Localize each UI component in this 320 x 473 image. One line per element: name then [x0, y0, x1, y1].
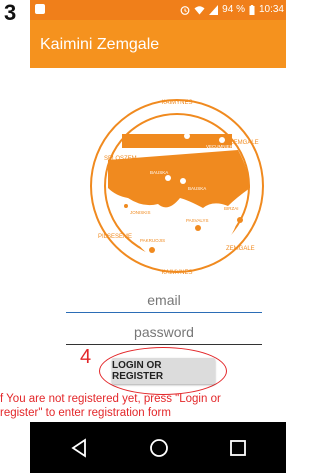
- email-placeholder: email: [147, 292, 181, 308]
- city-label: JONISKIS: [130, 210, 151, 215]
- notification-icon: [35, 4, 45, 14]
- city-label: JELAVA: [164, 130, 180, 135]
- city-dot: [195, 225, 201, 231]
- city-dot: [165, 175, 171, 181]
- city-dot: [149, 247, 155, 253]
- logo-bottom-right-label: ZEMGALE: [226, 246, 255, 252]
- city-label: PASVALYS: [186, 218, 209, 223]
- logo-bottom-left-label: PILSESEME: [98, 234, 132, 240]
- battery-percent: 94 %: [222, 4, 245, 15]
- clock-time: 10:34: [258, 4, 284, 15]
- city-label: VECUMNIEKI: [206, 144, 234, 149]
- help-annotation: f You are not registered yet, press "Log…: [0, 392, 280, 420]
- city-label: BIRZAI: [224, 206, 239, 211]
- step-number-label: 3: [4, 0, 17, 25]
- city-label: BAUSKA: [150, 170, 168, 175]
- city-dot: [124, 204, 128, 208]
- alarm-icon: [180, 5, 190, 15]
- logo-bottom-label: KAIMYNES: [161, 270, 192, 276]
- city-label: BAUSKA: [188, 186, 206, 191]
- city-label: PAKRUOJIS: [140, 238, 165, 243]
- logo-right-label: ZEMGALE: [230, 140, 259, 146]
- password-placeholder: password: [134, 324, 194, 340]
- status-bar: 94 % 10:34: [30, 0, 286, 20]
- recent-apps-icon[interactable]: [226, 436, 250, 460]
- logo-left-label: SELOSZEM: [104, 156, 137, 162]
- app-bar: Kaimini Zemgale: [30, 20, 286, 68]
- city-dot: [237, 217, 243, 223]
- wifi-icon: [194, 5, 205, 14]
- back-icon[interactable]: [68, 436, 92, 460]
- logo-top-label: KAIMYNES: [161, 100, 192, 106]
- step-4-marker: 4: [80, 346, 92, 368]
- city-dot: [184, 133, 190, 139]
- home-icon[interactable]: [147, 436, 171, 460]
- login-or-register-button[interactable]: LOGIN OR REGISTER: [112, 358, 215, 384]
- status-icons: 94 % 10:34: [180, 4, 284, 15]
- zemgale-map-logo: KAIMYNES SELOSZEM ZEMGALE KAIMYNES PILSE…: [88, 88, 266, 284]
- help-line-1: f You are not registered yet, press "Log…: [0, 393, 221, 405]
- city-dot: [219, 137, 225, 143]
- battery-icon: [249, 4, 255, 15]
- signal-icon: [209, 4, 219, 15]
- email-field[interactable]: email: [66, 288, 262, 313]
- help-line-2: register" to enter registration form: [0, 407, 171, 419]
- password-field[interactable]: password: [66, 320, 262, 345]
- app-title: Kaimini Zemgale: [40, 36, 160, 53]
- navigation-bar: [30, 422, 286, 473]
- city-dot: [180, 178, 186, 184]
